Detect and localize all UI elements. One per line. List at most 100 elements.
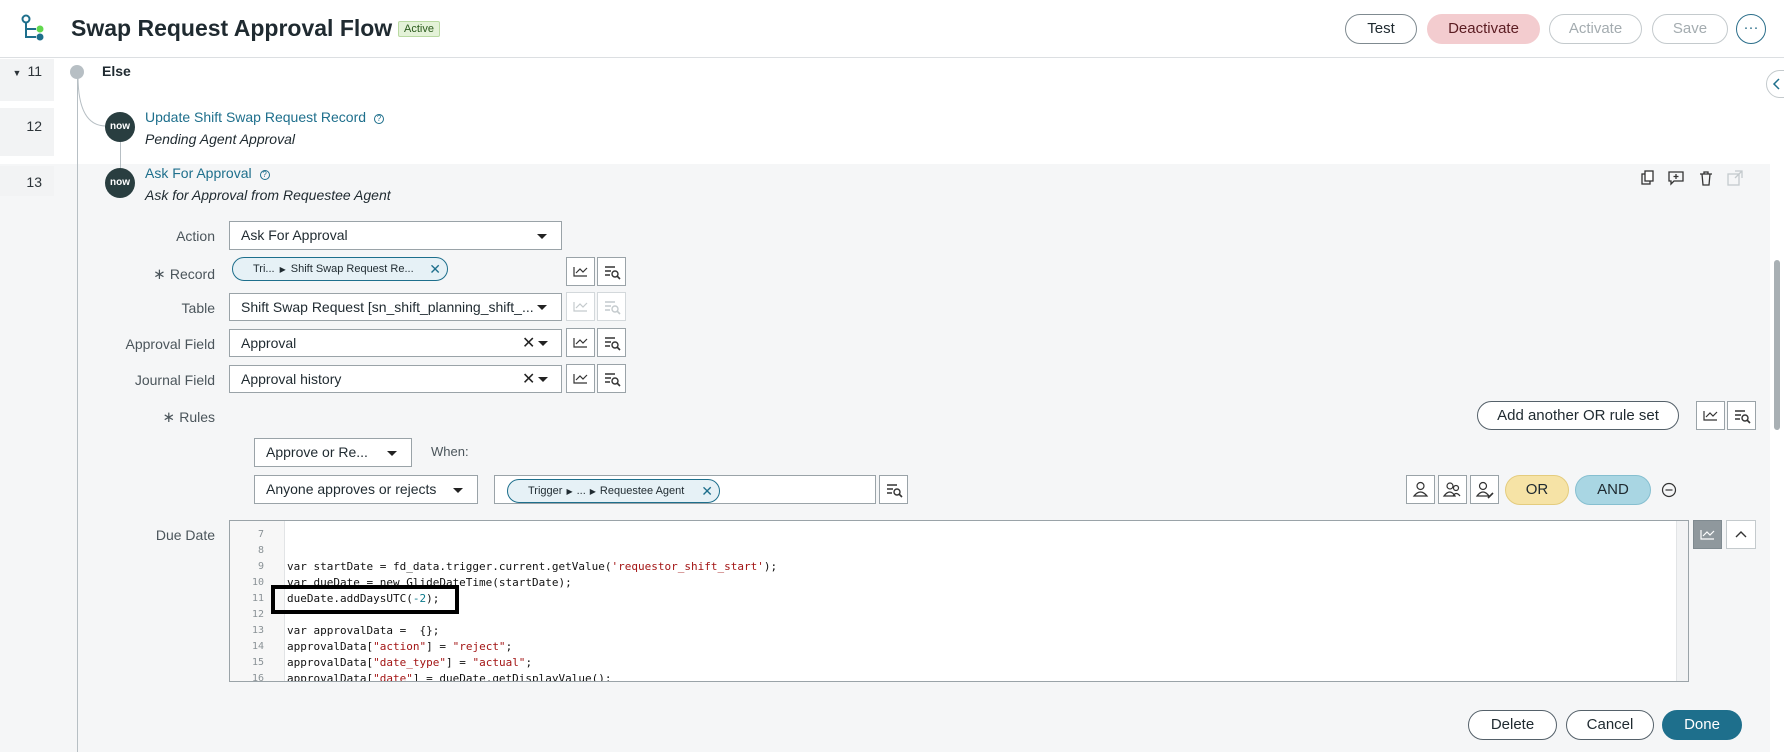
data-pill-picker-icon (1735, 410, 1751, 424)
clear-icon[interactable]: ✕ (522, 333, 535, 353)
table-label: Table (181, 300, 215, 316)
cancel-button[interactable]: Cancel (1566, 710, 1654, 740)
approver-data-pill[interactable]: Trigger ▶... ▶ Requestee Agent ✕ (507, 479, 720, 503)
due-date-label: Due Date (155, 527, 215, 543)
journal-field-data-pill-picker[interactable] (597, 364, 626, 393)
step-13-action-link[interactable]: Ask For Approval? (145, 165, 270, 181)
code-line-number: 14 (251, 641, 264, 652)
add-manual-approver-button[interactable] (1470, 475, 1499, 504)
else-label: Else (102, 63, 131, 79)
rules-script-button[interactable] (1696, 401, 1725, 430)
or-button[interactable]: OR (1505, 475, 1569, 505)
tree-branch (78, 76, 107, 127)
collapse-editor-button[interactable] (1726, 520, 1756, 549)
approval-field-data-pill-picker[interactable] (597, 328, 626, 357)
open-external-icon[interactable] (1727, 170, 1743, 186)
record-script-button[interactable] (566, 257, 595, 286)
code-token: 'requestor_shift_start' (611, 560, 764, 573)
when-label: When: (431, 444, 469, 459)
activate-button[interactable]: Activate (1549, 14, 1642, 44)
clear-icon[interactable]: ✕ (522, 369, 535, 389)
help-icon[interactable]: ? (259, 170, 270, 180)
step-13-subtitle: Ask for Approval from Requestee Agent (145, 187, 391, 203)
code-token: ; (505, 640, 513, 653)
code-token: ; (525, 656, 533, 669)
code-token: ] = (426, 640, 453, 653)
step-12-action-link[interactable]: Update Shift Swap Request Record? (145, 109, 385, 125)
done-button[interactable]: Done (1662, 710, 1742, 740)
side-panel-toggle[interactable] (1766, 70, 1784, 98)
code-token: approvalData[ (287, 656, 374, 669)
code-line: approvalData["date"] = dueDate.getDispla… (287, 672, 612, 681)
script-icon (573, 374, 588, 384)
due-date-script-toggle[interactable] (1693, 520, 1722, 549)
code-token: "actual" (472, 656, 526, 669)
code-line-number: 9 (257, 561, 264, 572)
action-select[interactable]: Ask For Approval (229, 221, 562, 250)
code-token: ); (763, 560, 778, 573)
remove-pill-icon[interactable]: ✕ (429, 258, 441, 280)
flow-header: Swap Request Approval Flow Active Test D… (0, 0, 1784, 58)
journal-field-select[interactable]: Approval history (229, 365, 562, 393)
page-title: Swap Request Approval Flow (71, 15, 393, 41)
chevron-down-icon (453, 488, 463, 493)
add-user-button[interactable] (1406, 475, 1435, 504)
chevron-down-icon (537, 234, 547, 239)
journal-field-label: Journal Field (134, 372, 215, 388)
data-pill-picker-icon (605, 373, 621, 387)
data-pill-picker-icon (605, 337, 621, 351)
deactivate-button[interactable]: Deactivate (1427, 14, 1540, 44)
highlight-box (271, 585, 459, 614)
flow-logo-icon (21, 14, 44, 41)
user-icon (1412, 481, 1429, 497)
more-options-button[interactable]: ··· (1736, 14, 1766, 44)
table-select[interactable]: Shift Swap Request [sn_shift_planning_sh… (229, 293, 562, 321)
code-line-number: 12 (251, 609, 264, 620)
approval-field-select[interactable]: Approval (229, 329, 562, 357)
code-scrollbar[interactable] (1676, 521, 1688, 681)
record-data-pill[interactable]: Tri... ▶ Shift Swap Request Re... ✕ (232, 257, 448, 281)
trash-icon[interactable] (1698, 170, 1714, 186)
script-icon (573, 267, 588, 277)
code-line-number: 10 (251, 577, 264, 588)
code-token: "date_type" (373, 656, 446, 669)
add-comment-icon[interactable] (1668, 170, 1684, 186)
code-token: var startDate = fd_data.trigger.current.… (287, 560, 612, 573)
script-icon (573, 338, 588, 348)
delete-button[interactable]: Delete (1468, 710, 1557, 740)
code-line: approvalData["action"] = "reject"; (287, 640, 512, 653)
code-token: approvalData[ (287, 640, 374, 653)
add-or-rule-set-button[interactable]: Add another OR rule set (1477, 401, 1679, 430)
caret-right-icon: ▶ (589, 487, 596, 496)
table-script-button (566, 292, 595, 321)
code-line-number: 7 (257, 529, 264, 540)
caret-right-icon: ▶ (279, 265, 286, 274)
journal-field-script-button[interactable] (566, 364, 595, 393)
status-badge: Active (398, 21, 440, 37)
rules-data-pill-picker[interactable] (1727, 401, 1756, 430)
approval-field-script-button[interactable] (566, 328, 595, 357)
remove-pill-icon[interactable]: ✕ (701, 480, 713, 502)
row-number-13: 13 (0, 166, 54, 196)
code-token: var approvalData = {}; (287, 624, 440, 637)
now-icon: now (105, 112, 135, 142)
condition-select[interactable]: Anyone approves or rejects (254, 475, 478, 504)
script-icon (1703, 411, 1718, 421)
chevron-down-icon (537, 305, 547, 310)
copy-icon[interactable] (1639, 170, 1655, 186)
code-line-number: 13 (251, 625, 264, 636)
collapse-caret-icon[interactable]: ▼ (13, 68, 22, 78)
code-line: approvalData["date_type"] = "actual"; (287, 656, 532, 669)
record-data-pill-picker[interactable] (597, 257, 626, 286)
step-12-subtitle: Pending Agent Approval (145, 131, 295, 147)
save-button[interactable]: Save (1652, 14, 1728, 44)
approver-data-pill-picker[interactable] (879, 475, 908, 504)
test-button[interactable]: Test (1345, 14, 1417, 44)
help-icon[interactable]: ? (374, 114, 385, 124)
remove-rule-icon[interactable] (1661, 482, 1677, 498)
and-button[interactable]: AND (1575, 475, 1651, 505)
add-group-button[interactable] (1438, 475, 1467, 504)
scrollbar-thumb[interactable] (1774, 260, 1780, 430)
user-edit-icon (1475, 481, 1494, 499)
caret-right-icon: ▶ (566, 487, 573, 496)
